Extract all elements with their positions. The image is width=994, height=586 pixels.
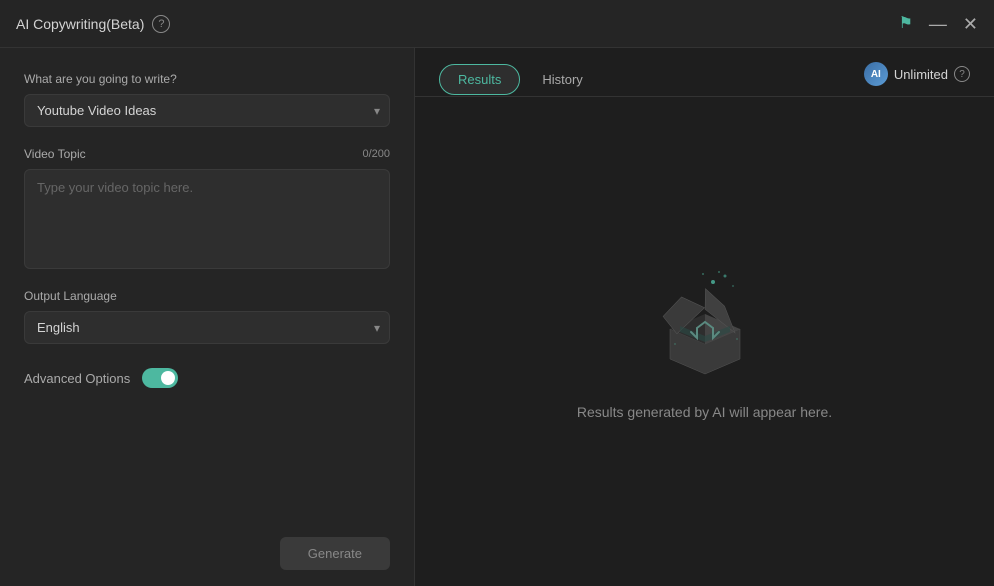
- bookmark-icon[interactable]: ⚑: [899, 16, 913, 32]
- titlebar-left: AI Copywriting(Beta) ?: [16, 15, 170, 33]
- tabs-bar: Results History AI Unlimited ?: [415, 48, 994, 97]
- empty-state-illustration: [645, 264, 765, 384]
- tab-results[interactable]: Results: [439, 64, 520, 95]
- output-language-label: Output Language: [24, 289, 390, 303]
- video-topic-input[interactable]: [24, 169, 390, 269]
- topic-header: Video Topic 0/200: [24, 147, 390, 161]
- app-title: AI Copywriting(Beta): [16, 16, 144, 32]
- char-count: 0/200: [362, 148, 390, 160]
- tabs-left: Results History: [439, 64, 601, 94]
- generate-button[interactable]: Generate: [280, 537, 390, 570]
- right-panel: Results History AI Unlimited ?: [415, 48, 994, 586]
- minimize-button[interactable]: —: [929, 15, 947, 33]
- content-type-label: What are you going to write?: [24, 72, 390, 86]
- box-svg: [645, 264, 765, 384]
- toggle-slider: [142, 368, 178, 388]
- video-topic-label: Video Topic: [24, 147, 86, 161]
- advanced-options-label: Advanced Options: [24, 371, 130, 386]
- empty-state: Results generated by AI will appear here…: [415, 97, 994, 586]
- language-select-wrapper: English Spanish French German Chinese ▾: [24, 311, 390, 344]
- tab-history[interactable]: History: [524, 65, 600, 94]
- unlimited-badge: AI Unlimited ?: [864, 62, 970, 86]
- content-type-select-wrapper: Youtube Video Ideas Blog Post Social Med…: [24, 94, 390, 127]
- empty-state-text: Results generated by AI will appear here…: [577, 404, 832, 420]
- unlimited-label: Unlimited: [894, 67, 948, 82]
- ai-avatar: AI: [864, 62, 888, 86]
- close-button[interactable]: ✕: [963, 15, 978, 33]
- advanced-options-row: Advanced Options: [24, 368, 390, 388]
- unlimited-help-icon[interactable]: ?: [954, 66, 970, 82]
- left-panel: What are you going to write? Youtube Vid…: [0, 48, 415, 586]
- main-layout: What are you going to write? Youtube Vid…: [0, 48, 994, 586]
- advanced-options-toggle[interactable]: [142, 368, 178, 388]
- content-type-select[interactable]: Youtube Video Ideas Blog Post Social Med…: [24, 94, 390, 127]
- titlebar: AI Copywriting(Beta) ? ⚑ — ✕: [0, 0, 994, 48]
- window-controls: ⚑ — ✕: [899, 15, 978, 33]
- language-select[interactable]: English Spanish French German Chinese: [24, 311, 390, 344]
- help-icon[interactable]: ?: [152, 15, 170, 33]
